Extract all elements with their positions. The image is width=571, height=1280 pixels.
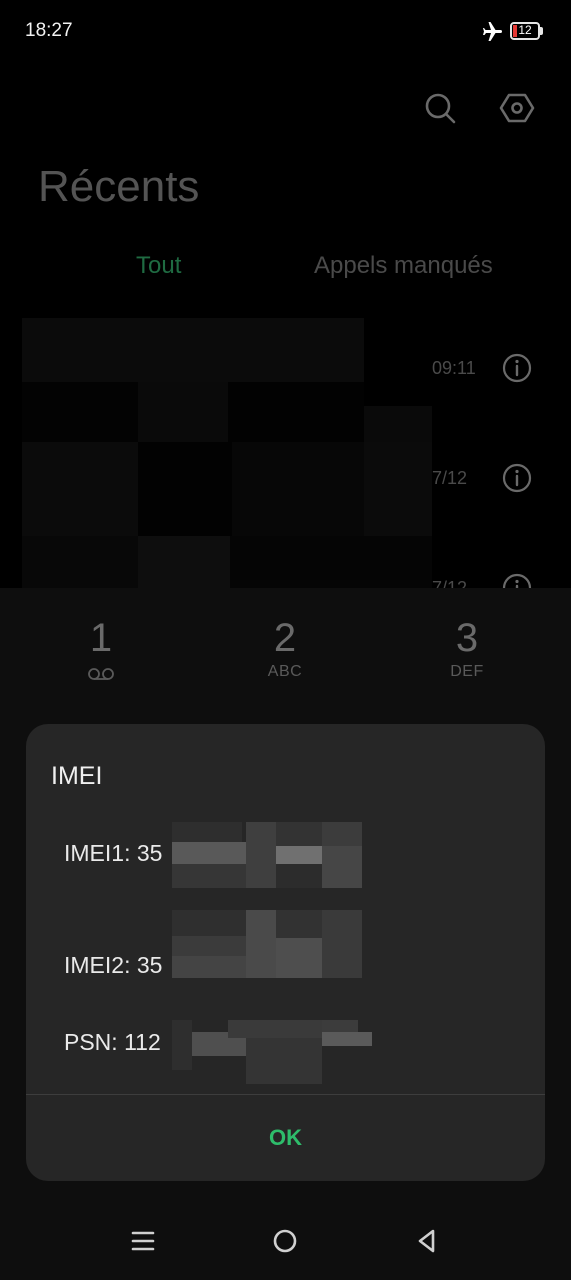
info-icon[interactable] xyxy=(501,572,533,588)
back-nav-icon[interactable] xyxy=(412,1226,442,1256)
tab-all[interactable]: Tout xyxy=(136,252,181,280)
settings-icon[interactable] xyxy=(499,90,535,126)
battery-icon: 12 xyxy=(510,22,540,40)
battery-tip xyxy=(540,27,543,35)
imei1-text: IMEI1: 35 xyxy=(64,840,163,866)
imei-dialog: IMEI IMEI1: 35 IMEI2: 35 PSN: 112 OK xyxy=(26,724,545,1181)
page-title: Récents xyxy=(38,162,200,211)
info-icon[interactable] xyxy=(501,352,533,384)
dialpad-key-3[interactable]: 3 DEF xyxy=(407,616,527,681)
imei2-text: IMEI2: 35 xyxy=(64,952,163,978)
status-bar: 18:27 12 xyxy=(0,0,571,64)
key-digit: 2 xyxy=(273,616,297,660)
key-digit: 3 xyxy=(455,616,479,660)
menu-nav-icon[interactable] xyxy=(128,1226,158,1256)
dialog-title: IMEI xyxy=(51,762,103,790)
tab-missed-calls[interactable]: Appels manqués xyxy=(314,252,493,280)
search-icon[interactable] xyxy=(422,90,458,126)
dialpad-key-1[interactable]: 1 xyxy=(41,616,161,686)
dialpad-key-2[interactable]: 2 ABC xyxy=(225,616,345,681)
info-icon[interactable] xyxy=(501,462,533,494)
psn-text: PSN: 112 xyxy=(64,1029,161,1055)
key-letters: ABC xyxy=(267,663,303,680)
key-digit: 1 xyxy=(89,616,113,660)
call-time: 7/12 xyxy=(432,578,468,588)
key-letters: DEF xyxy=(450,663,484,680)
call-time: 7/12 xyxy=(432,468,468,488)
call-time: 09:11 xyxy=(432,358,476,378)
status-time: 18:27 xyxy=(25,20,73,41)
home-nav-icon[interactable] xyxy=(270,1226,300,1256)
battery-percentage: 12 xyxy=(518,23,532,37)
screen: Récents Tout Appels manqués 09:11 7/12 7… xyxy=(0,0,571,1280)
voicemail-icon xyxy=(88,668,114,680)
airplane-mode-icon xyxy=(483,22,502,41)
ok-button[interactable]: OK xyxy=(26,1095,545,1181)
